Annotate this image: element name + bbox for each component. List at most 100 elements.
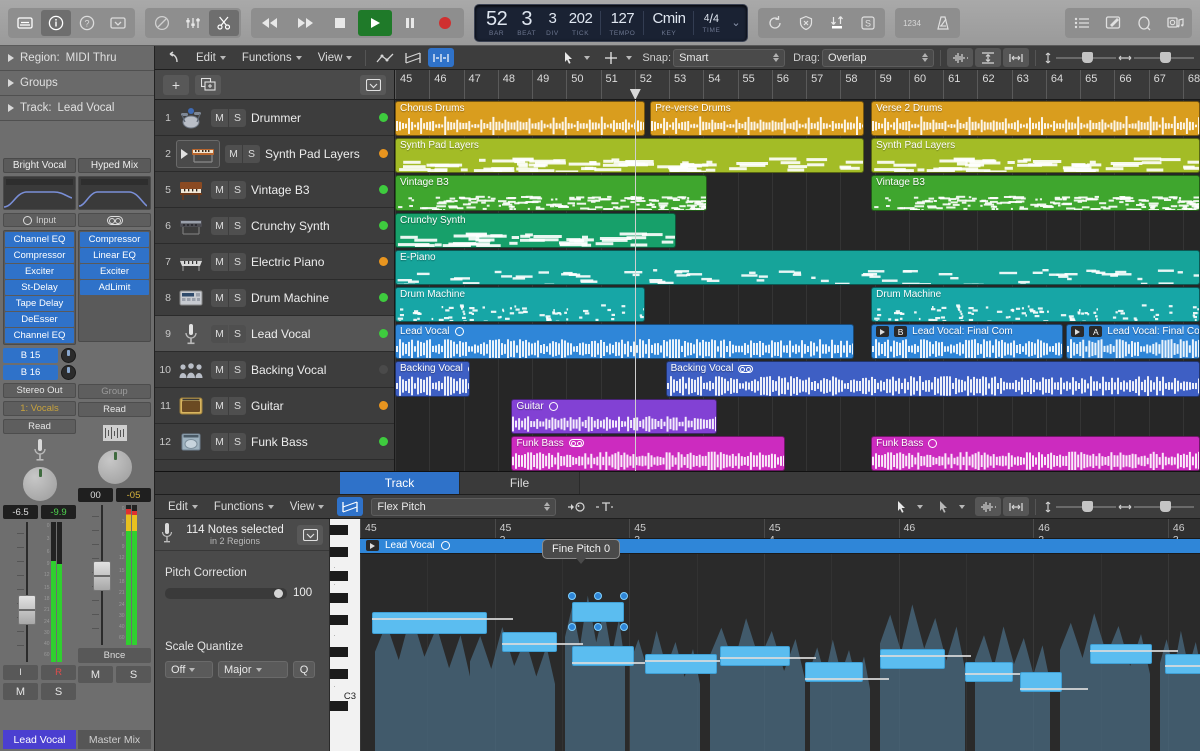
lcd-tempo[interactable]: 127 TEMPO xyxy=(604,6,640,40)
flex-pitch-note[interactable] xyxy=(880,649,945,669)
region-lead-vocal-final-com[interactable]: BLead Vocal: Final Com xyxy=(871,324,1063,359)
track-header-drum-machine[interactable]: 8MSDrum Machine xyxy=(155,280,394,316)
region-chorus-drums[interactable]: Chorus Drums xyxy=(395,101,645,136)
flex-pitch-note[interactable] xyxy=(720,646,790,666)
track-enable-dot[interactable] xyxy=(379,329,388,338)
chevron-down-icon[interactable] xyxy=(584,56,590,60)
editor-view-menu[interactable]: View xyxy=(283,498,332,516)
track-name[interactable]: Guitar xyxy=(251,399,374,413)
track-enable-dot[interactable] xyxy=(379,221,388,230)
track-header-guitar[interactable]: 11MSGuitar xyxy=(155,388,394,424)
flex-pitch-grid[interactable] xyxy=(360,554,1200,751)
pointer-tool[interactable] xyxy=(889,497,915,516)
help-icon[interactable]: ? xyxy=(72,10,102,36)
library-icon[interactable] xyxy=(10,10,40,36)
channel-name-button[interactable]: Hyped Mix xyxy=(78,158,151,173)
input-slot[interactable]: Input xyxy=(3,213,76,227)
undo-icon[interactable] xyxy=(161,48,187,67)
region-drum-machine[interactable]: Drum Machine xyxy=(871,287,1200,322)
editor-edit-menu[interactable]: Edit xyxy=(161,498,205,516)
region-lead-vocal-final-co[interactable]: ALead Vocal: Final Co xyxy=(1066,324,1200,359)
region-synth-pad-layers[interactable]: Synth Pad Layers xyxy=(871,138,1200,173)
plugin-slot[interactable]: St-Delay xyxy=(5,280,74,295)
take-play-icon[interactable] xyxy=(876,326,889,337)
inspector-groups-header[interactable]: Groups xyxy=(0,71,154,96)
timeline-ruler[interactable]: 4546474849505152535455565758596061626364… xyxy=(395,70,1200,100)
waveform-zoom-icon[interactable] xyxy=(947,48,973,67)
plugin-slot[interactable]: Tape Delay xyxy=(5,296,74,311)
note-handle[interactable] xyxy=(620,623,628,631)
region-pre-verse-drums[interactable]: Pre-verse Drums xyxy=(650,101,864,136)
microphone-icon[interactable] xyxy=(176,320,206,348)
track-header-electric-piano[interactable]: 7MSElectric Piano xyxy=(155,244,394,280)
track-mute-button[interactable]: M xyxy=(211,361,228,379)
track-enable-dot[interactable] xyxy=(379,293,388,302)
track-name[interactable]: Electric Piano xyxy=(251,255,374,269)
fader-handle[interactable] xyxy=(93,561,111,591)
group-slot[interactable]: Group xyxy=(78,384,151,399)
plugin-slot[interactable]: Compressor xyxy=(80,232,149,247)
flex-pitch-note[interactable] xyxy=(372,612,487,634)
eq-thumbnail[interactable] xyxy=(3,176,76,210)
region-vintage-b3[interactable]: Vintage B3 xyxy=(395,175,707,210)
editor-functions-menu[interactable]: Functions xyxy=(207,498,281,516)
region-verse-2-drums[interactable]: Verse 2 Drums xyxy=(871,101,1200,136)
quantize-icon[interactable] xyxy=(592,497,618,516)
track-solo-button[interactable]: S xyxy=(229,181,246,199)
track-header-drummer[interactable]: 1MSDrummer xyxy=(155,100,394,136)
lcd-beat[interactable]: 3 BEAT xyxy=(512,6,541,40)
epiano-icon[interactable] xyxy=(176,248,206,276)
track-enable-dot[interactable] xyxy=(379,113,388,122)
automation-icon[interactable] xyxy=(372,48,398,67)
marquee-tool[interactable] xyxy=(598,48,624,67)
folder-play-icon[interactable] xyxy=(181,149,188,159)
autopunch-icon[interactable] xyxy=(822,10,852,36)
track-solo-button[interactable]: S xyxy=(229,361,246,379)
window-icon[interactable] xyxy=(103,10,133,36)
metronome-icon[interactable] xyxy=(928,10,958,36)
amp-icon[interactable] xyxy=(176,392,206,420)
track-solo-button[interactable]: S xyxy=(229,397,246,415)
notepad-icon[interactable] xyxy=(1098,10,1128,36)
bass-amp-icon[interactable] xyxy=(176,428,206,456)
track-name[interactable]: Lead Vocal xyxy=(251,327,374,341)
list-editors-icon[interactable] xyxy=(1067,10,1097,36)
editor-config-button[interactable] xyxy=(297,525,323,545)
plugin-slot[interactable]: Channel EQ xyxy=(5,328,74,343)
bounce-button[interactable]: Bnce xyxy=(78,648,151,663)
track-solo-button[interactable]: S xyxy=(243,145,260,163)
pan-knob[interactable] xyxy=(97,449,133,485)
track-name[interactable]: Synth Pad Layers xyxy=(265,147,374,161)
track-solo-button[interactable]: S xyxy=(229,217,246,235)
media-browser-icon[interactable] xyxy=(1160,10,1190,36)
automation-mode-button[interactable]: Read xyxy=(3,419,76,434)
flex-pitch-note[interactable] xyxy=(965,662,1013,682)
send-knob[interactable] xyxy=(61,348,76,363)
track-header-crunchy-synth[interactable]: 6MSCrunchy Synth xyxy=(155,208,394,244)
track-enable-dot[interactable] xyxy=(379,257,388,266)
drum-machine-icon[interactable] xyxy=(176,284,206,312)
track-mute-button[interactable]: M xyxy=(211,253,228,271)
track-header-lead-vocal[interactable]: 9MSLead Vocal xyxy=(155,316,394,352)
region-lead-vocal[interactable]: Lead Vocal xyxy=(395,324,854,359)
track-name[interactable]: Funk Bass xyxy=(251,435,374,449)
play-button[interactable] xyxy=(358,10,392,36)
region-backing-vocal[interactable]: Backing Vocal xyxy=(395,361,470,396)
metronome-off-icon[interactable] xyxy=(147,10,177,36)
drag-popup[interactable]: Overlap xyxy=(822,49,934,67)
track-mute-button[interactable]: M xyxy=(211,217,228,235)
output-slot[interactable]: Stereo Out xyxy=(3,383,76,398)
volume-value[interactable]: -05 xyxy=(116,488,151,502)
scale-quantize-root[interactable]: Off xyxy=(165,661,213,678)
flex-pitch-canvas[interactable]: 4545 245 345 44646 246 3 Lead Vocal Fine… xyxy=(360,519,1200,751)
snap-popup[interactable]: Smart xyxy=(673,49,785,67)
duplicate-track-button[interactable] xyxy=(195,75,221,95)
track-header-backing-vocal[interactable]: 10MSBacking Vocal xyxy=(155,352,394,388)
pointer-tool[interactable] xyxy=(556,48,582,67)
cycle-icon[interactable] xyxy=(760,10,790,36)
send-slot[interactable]: B 16 xyxy=(3,365,58,380)
note-handle[interactable] xyxy=(568,592,576,600)
group-slot[interactable]: 1: Vocals xyxy=(3,401,76,416)
flex-pitch-note[interactable] xyxy=(502,632,557,652)
tab-track[interactable]: Track xyxy=(340,472,460,494)
